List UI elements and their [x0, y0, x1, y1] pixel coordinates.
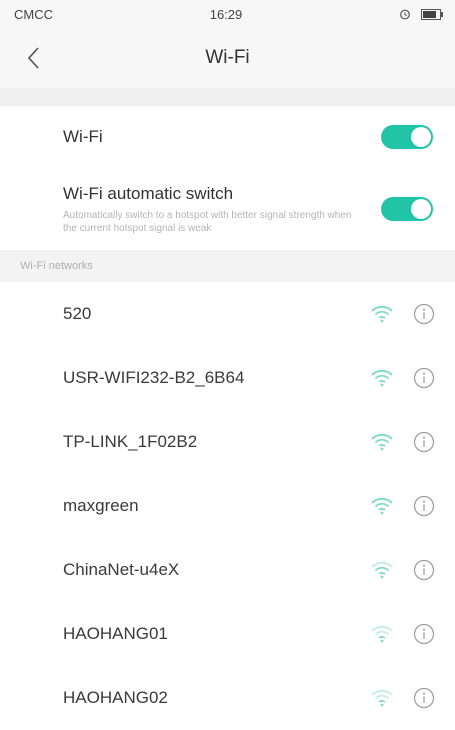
status-icons — [399, 8, 443, 20]
auto-switch-toggle[interactable] — [381, 197, 433, 221]
network-name: maxgreen — [63, 496, 139, 515]
wifi-signal-icon — [371, 689, 393, 707]
network-item[interactable]: HAOHANG01 — [0, 602, 455, 666]
wifi-signal-icon — [371, 369, 393, 387]
auto-switch-label: Wi-Fi automatic switch — [63, 183, 234, 203]
settings-card: Wi-Fi Wi-Fi automatic switch Automatical… — [0, 106, 455, 250]
wifi-toggle[interactable] — [381, 125, 433, 149]
info-icon[interactable] — [413, 367, 435, 389]
network-item[interactable]: TP-LINK_1F02B2 — [0, 410, 455, 474]
network-item[interactable]: 520 — [0, 282, 455, 346]
clock: 16:29 — [209, 6, 243, 22]
section-gap — [0, 88, 455, 106]
info-icon[interactable] — [413, 495, 435, 517]
auto-switch-description: Automatically switch to a hotspot with b… — [63, 209, 352, 234]
wifi-signal-icon — [371, 305, 393, 323]
network-list: 520 USR-WIFI232-B2_6B64 TP-LINK_1F02B2 m… — [0, 282, 455, 730]
status-bar: CMCC 16:29 — [0, 0, 455, 28]
info-icon[interactable] — [413, 303, 435, 325]
info-icon[interactable] — [413, 687, 435, 709]
network-item[interactable]: USR-WIFI232-B2_6B64 — [0, 346, 455, 410]
back-arrow-icon[interactable] — [26, 46, 40, 70]
wifi-signal-icon — [371, 433, 393, 451]
auto-switch-row[interactable]: Wi-Fi automatic switch Automatically swi… — [0, 168, 455, 250]
network-item[interactable]: maxgreen — [0, 474, 455, 538]
wifi-toggle-row[interactable]: Wi-Fi — [0, 106, 455, 168]
network-item[interactable]: ChinaNet-u4eX — [0, 538, 455, 602]
network-name: HAOHANG01 — [63, 624, 168, 643]
info-icon[interactable] — [413, 431, 435, 453]
info-icon[interactable] — [413, 559, 435, 581]
auto-switch-text: Wi-Fi automatic switch Automatically swi… — [63, 184, 368, 235]
info-icon[interactable] — [413, 623, 435, 645]
toggle-knob — [411, 127, 431, 147]
network-name: TP-LINK_1F02B2 — [63, 432, 198, 451]
network-name: ChinaNet-u4eX — [63, 560, 180, 579]
network-item[interactable]: HAOHANG02 — [0, 666, 455, 730]
wifi-signal-icon — [371, 497, 393, 515]
wifi-signal-icon — [371, 561, 393, 579]
network-name: HAOHANG02 — [63, 688, 168, 707]
header: Wi-Fi — [0, 28, 455, 88]
wifi-signal-icon — [371, 625, 393, 643]
wifi-label: Wi-Fi — [63, 127, 103, 146]
toggle-knob — [411, 199, 431, 219]
networks-section-label: Wi-Fi networks — [0, 250, 455, 282]
network-name: 520 — [63, 304, 92, 323]
battery-icon — [420, 8, 443, 20]
page-title: Wi-Fi — [205, 47, 250, 68]
alarm-icon — [400, 9, 410, 20]
network-name: USR-WIFI232-B2_6B64 — [63, 368, 245, 387]
carrier: CMCC — [14, 6, 53, 22]
